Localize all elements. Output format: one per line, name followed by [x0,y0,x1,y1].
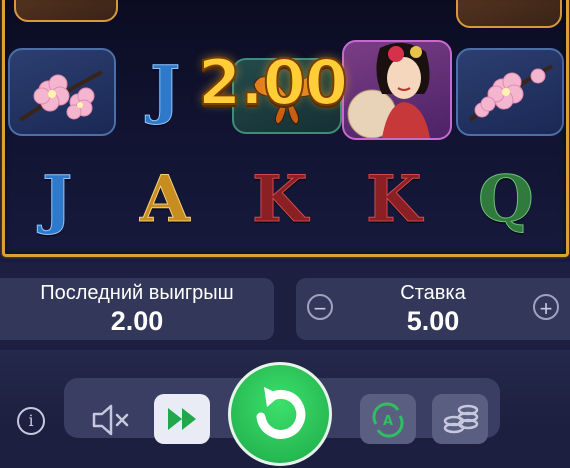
reel-frame [2,0,569,257]
info-button[interactable]: i [17,407,45,435]
mute-button[interactable] [84,394,140,444]
spin-arrow-icon [256,387,306,439]
autoplay-icon: A [372,402,404,438]
bet-decrease-button[interactable]: − [307,294,333,321]
spin-button[interactable] [228,362,332,466]
bet-increase-button[interactable]: + [533,294,559,321]
autoplay-letter: A [383,414,393,429]
autoplay-button[interactable]: A [360,394,416,444]
fast-forward-icon [168,408,196,430]
coins-button[interactable] [432,394,488,444]
last-win-value: 2.00 [110,306,164,336]
coin-stack-icon [443,404,479,434]
last-win-panel: Последний выигрыш 2.00 [0,278,274,340]
speaker-muted-icon [92,404,129,436]
last-win-label: Последний выигрыш [40,282,234,304]
bet-label: Ставка [400,282,466,304]
turbo-button[interactable] [154,394,210,444]
bet-value: 5.00 [406,306,460,336]
bet-panel: Ставка 5.00 − + [296,278,570,340]
